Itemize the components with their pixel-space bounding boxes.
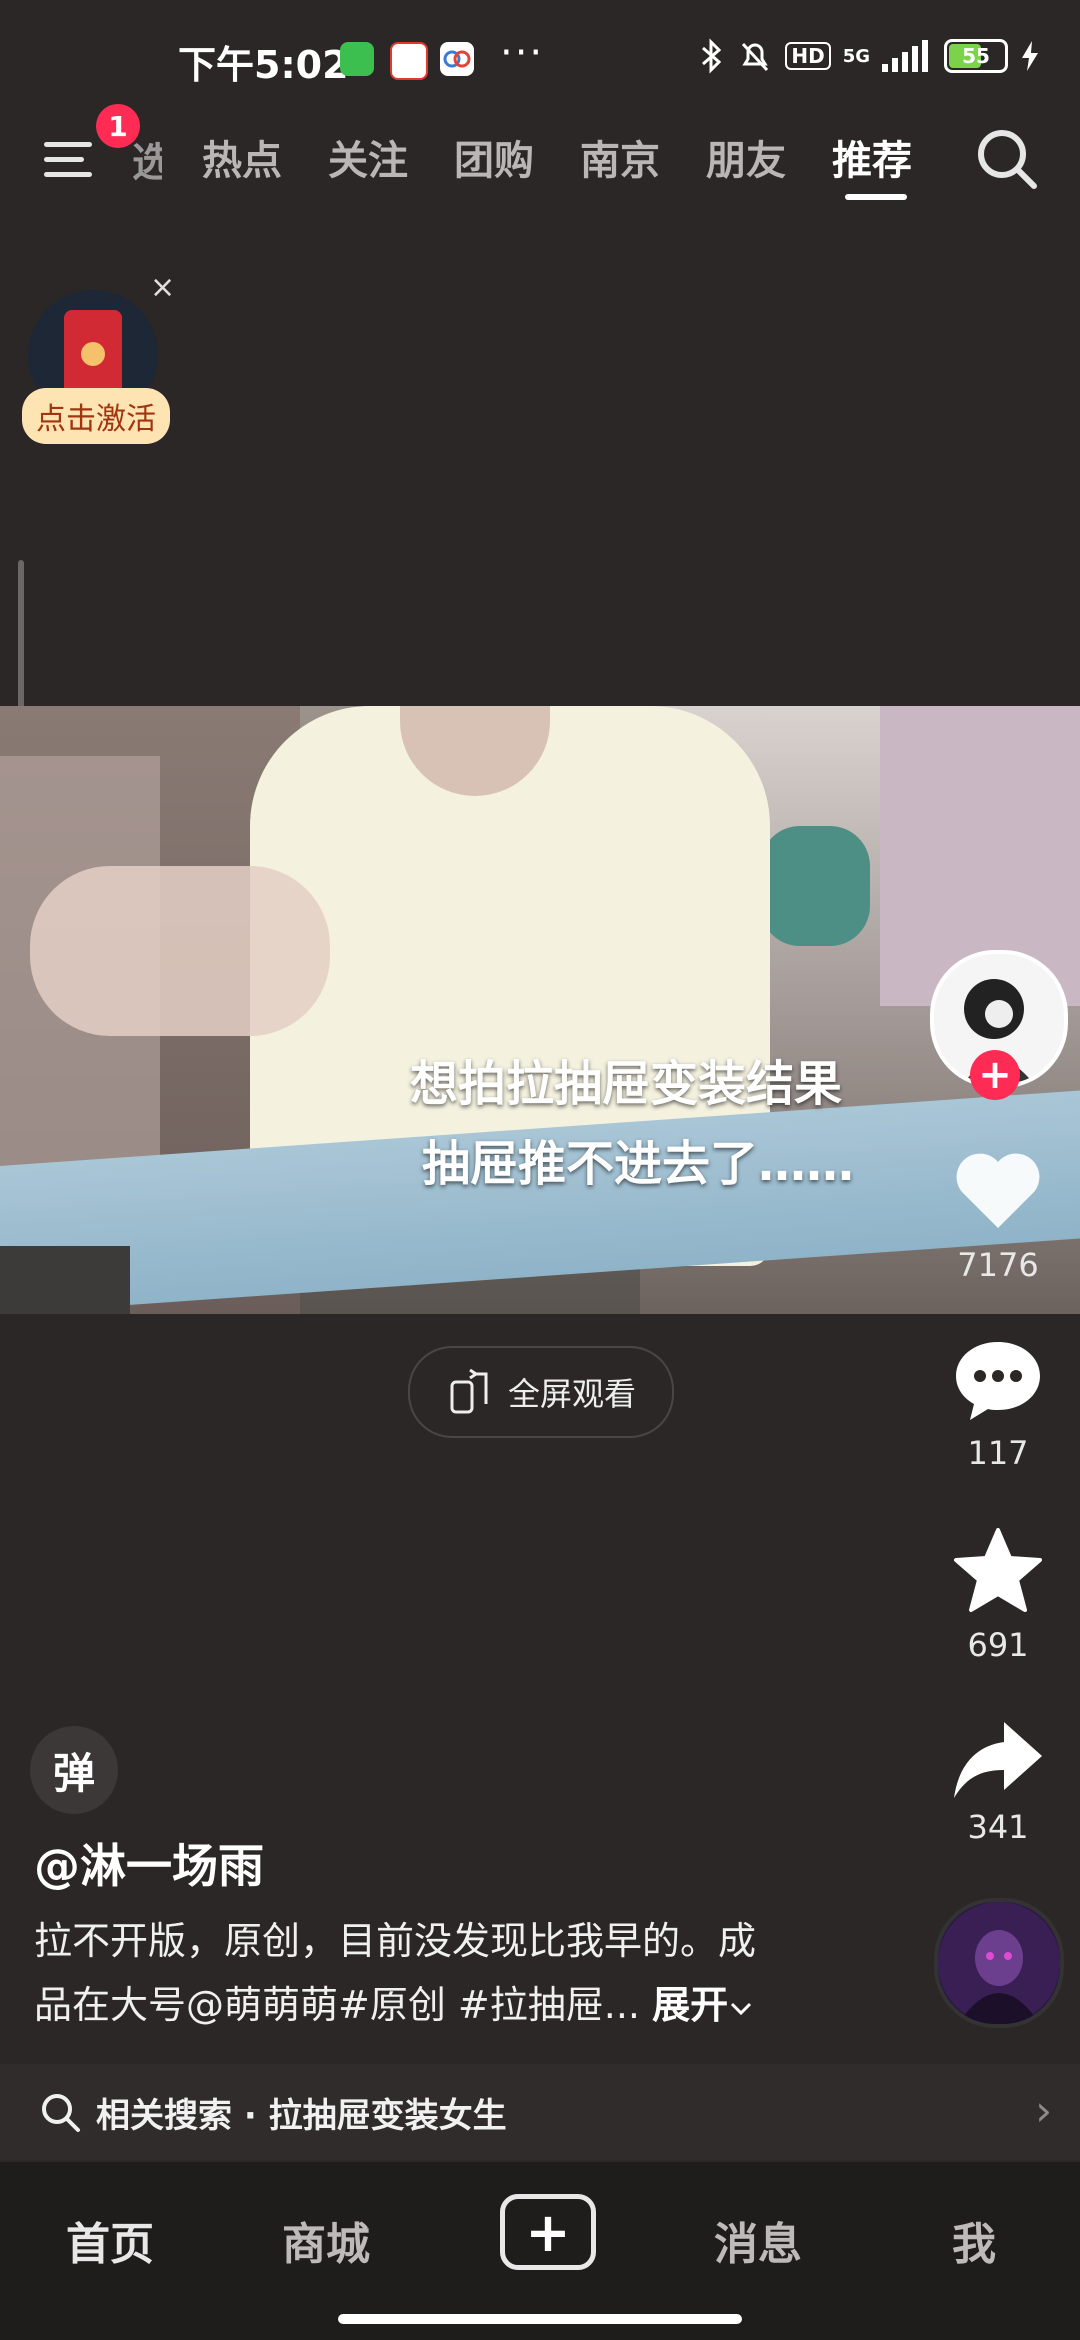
tab-clipped[interactable]: 选 [132, 130, 162, 188]
rotate-screen-icon [450, 1368, 488, 1414]
bluetooth-icon [702, 38, 722, 74]
danmaku-button[interactable]: 弹 [30, 1726, 118, 1814]
like-heart-icon[interactable] [948, 1140, 1048, 1240]
nav-home[interactable]: 首页 [66, 2208, 154, 2272]
author-name[interactable]: @淋一场雨 [34, 1830, 264, 1896]
tab-nanjing[interactable]: 南京 [580, 128, 660, 186]
scroll-indicator [18, 560, 24, 720]
fullscreen-button[interactable]: 全屏观看 [408, 1346, 674, 1438]
video-caption-line-2: 抽屉推不进去了…… [422, 1136, 855, 1192]
fullscreen-label: 全屏观看 [507, 1375, 636, 1413]
tab-following[interactable]: 关注 [328, 128, 408, 186]
nav-me[interactable]: 我 [952, 2208, 996, 2272]
top-nav: 1 选 热点 关注 团购 南京 朋友 推荐 [0, 104, 1080, 210]
description-line-1: 拉不开版，原创，目前没发现比我早的。成 [34, 1919, 757, 1963]
network-type: 5G [842, 45, 870, 67]
battery-icon: 55 [944, 39, 1008, 73]
app-notification-icon [340, 42, 374, 76]
tab-friends[interactable]: 朋友 [706, 128, 786, 186]
search-icon [42, 2094, 80, 2132]
description-line-2: 品在大号@萌萌萌#原创 #拉抽屉... 展开 [34, 1974, 754, 2029]
description-text: 品在大号@萌萌萌#原创 #拉抽屉... [34, 1983, 640, 2027]
tab-group-buy[interactable]: 团购 [454, 128, 534, 186]
charging-icon [1022, 41, 1038, 71]
status-icons: HD 5G 55 [699, 38, 1040, 74]
signal-icon [882, 40, 928, 72]
red-envelope-icon [64, 310, 122, 396]
tab-recommend[interactable]: 推荐 [832, 128, 912, 186]
status-time: 下午5:02 [178, 43, 349, 87]
mute-bell-icon [742, 42, 769, 72]
comment-icon[interactable] [948, 1330, 1048, 1430]
active-tab-indicator [845, 194, 907, 200]
more-notifications-icon: ··· [500, 30, 545, 76]
tab-hot[interactable]: 热点 [202, 128, 282, 186]
nav-messages[interactable]: 消息 [714, 2208, 802, 2272]
chevron-down-icon [731, 2002, 752, 2016]
video-caption-line-1: 想拍拉抽屉变装结果 [410, 1056, 843, 1112]
nav-mall[interactable]: 商城 [282, 2208, 370, 2272]
promo-close-icon[interactable]: × [150, 270, 175, 305]
cloud-app-icon [440, 42, 474, 76]
related-search-bar[interactable]: 相关搜索 · 拉抽屉变装女生 › [0, 2064, 1080, 2160]
create-button[interactable]: + [500, 2194, 596, 2270]
menu-button[interactable] [44, 134, 100, 186]
comment-count: 117 [967, 1434, 1029, 1472]
video-player[interactable] [0, 706, 1080, 1314]
music-disc-avatar[interactable] [934, 1898, 1064, 2028]
share-count: 341 [967, 1808, 1029, 1846]
favorite-star-icon[interactable] [948, 1522, 1048, 1622]
search-icon[interactable] [972, 124, 1042, 194]
hd-badge: HD [785, 42, 831, 70]
chevron-right-icon: › [1035, 2086, 1052, 2135]
share-arrow-icon[interactable] [948, 1712, 1048, 1812]
related-search-text: 相关搜索 · 拉抽屉变装女生 [96, 2095, 507, 2136]
like-count: 7176 [957, 1246, 1039, 1284]
favorite-count: 691 [967, 1626, 1029, 1664]
status-bar: 下午5:02 ··· HD 5G 55 [0, 0, 1080, 120]
58-app-icon [390, 42, 428, 80]
follow-button[interactable]: + [970, 1050, 1020, 1100]
activate-button[interactable]: 点击激活 [22, 388, 170, 444]
home-indicator[interactable] [338, 2314, 742, 2324]
expand-button[interactable]: 展开 [652, 1983, 754, 2027]
